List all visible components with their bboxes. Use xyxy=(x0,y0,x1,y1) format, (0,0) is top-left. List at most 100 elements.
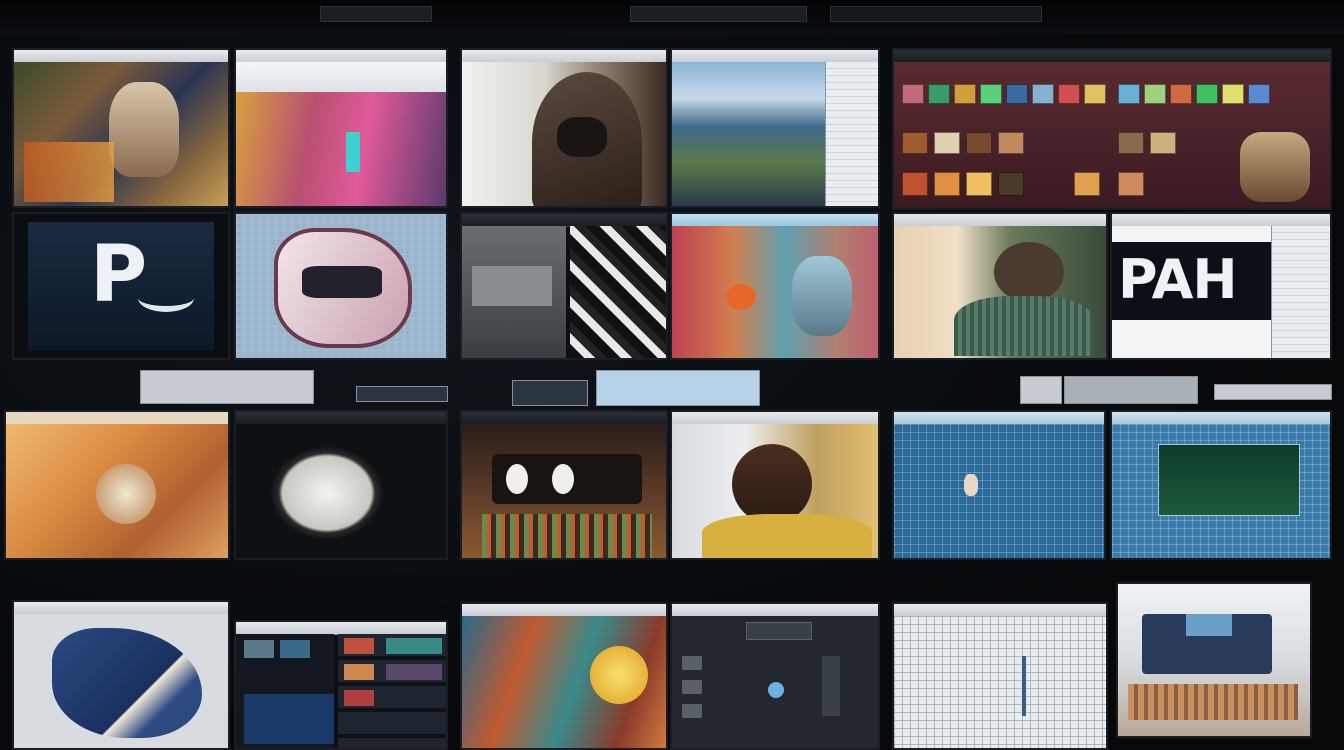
thumbnail[interactable] xyxy=(1118,132,1144,154)
file-thumb[interactable] xyxy=(386,664,442,680)
file-thumb[interactable] xyxy=(386,638,442,654)
artwork-canvas[interactable] xyxy=(236,92,446,206)
machine-port xyxy=(506,464,528,494)
landscape-canvas[interactable] xyxy=(672,62,826,206)
folder-panel[interactable] xyxy=(236,634,334,748)
monitor-interior-render[interactable] xyxy=(1116,582,1312,738)
preview-pane[interactable] xyxy=(462,226,566,358)
properties-panel[interactable] xyxy=(825,62,878,206)
thumbnail[interactable] xyxy=(902,172,928,196)
thumbnail[interactable] xyxy=(934,172,960,196)
monitor-3d-badge[interactable] xyxy=(234,212,448,360)
artwork-canvas[interactable] xyxy=(672,226,878,358)
thumbnail[interactable] xyxy=(928,84,950,104)
thumbnail[interactable] xyxy=(1170,84,1192,104)
model-viewport[interactable] xyxy=(14,614,228,748)
render-viewport[interactable] xyxy=(462,424,666,558)
logo-letter: P xyxy=(90,230,150,320)
monitor-orange-abstract[interactable] xyxy=(4,410,230,560)
monitor-colorful-portrait[interactable] xyxy=(670,212,880,360)
artwork-canvas[interactable] xyxy=(462,62,666,206)
monitor-hair-portrait[interactable] xyxy=(670,410,880,560)
properties-panel[interactable] xyxy=(1271,226,1330,358)
folder-thumb[interactable] xyxy=(244,640,274,658)
thumbnail[interactable] xyxy=(954,84,976,104)
tool-button[interactable] xyxy=(682,704,702,718)
monitor-machine-sculpture[interactable] xyxy=(460,410,668,560)
thumbnail[interactable] xyxy=(966,172,992,196)
monitor-thumbnail-gallery[interactable] xyxy=(892,48,1332,210)
slider-track[interactable] xyxy=(822,656,840,716)
monitor-blueprint-chart[interactable] xyxy=(892,410,1106,560)
wireframe-canvas[interactable] xyxy=(894,616,1106,748)
thumbnail[interactable] xyxy=(1006,84,1028,104)
thumbnail[interactable] xyxy=(1248,84,1270,104)
blueprint-canvas[interactable] xyxy=(894,424,1104,558)
editor-canvas[interactable] xyxy=(236,214,446,358)
file-thumb[interactable] xyxy=(344,690,374,706)
monitor-blueprint-scene[interactable] xyxy=(1110,410,1332,560)
artwork-canvas[interactable] xyxy=(672,424,878,558)
top-bar xyxy=(0,0,1344,34)
monitor-pah-logo[interactable]: PAH xyxy=(1110,212,1332,360)
gallery-grid[interactable] xyxy=(894,62,1330,208)
thumbnail[interactable] xyxy=(902,84,924,104)
monitor-drawing-figure[interactable] xyxy=(892,212,1108,360)
yellow-sphere xyxy=(590,646,648,704)
thumbnail[interactable] xyxy=(1144,84,1166,104)
bw-texture-pane[interactable] xyxy=(570,226,666,358)
artwork-canvas[interactable] xyxy=(462,616,666,748)
file-list[interactable] xyxy=(338,634,446,748)
monitor-wireframe-grid[interactable] xyxy=(892,602,1108,750)
folder-thumb[interactable] xyxy=(280,640,310,658)
floating-toolbar[interactable] xyxy=(1214,384,1332,400)
floating-toolbar[interactable] xyxy=(1020,376,1062,404)
thumbnail[interactable] xyxy=(934,132,960,154)
monitor-logo-pr[interactable]: P xyxy=(12,212,230,360)
monitor-hooded-figure[interactable] xyxy=(460,48,668,208)
tool-button[interactable] xyxy=(682,656,702,670)
thumbnail[interactable] xyxy=(902,132,928,154)
monitor-3d-model[interactable] xyxy=(12,600,230,750)
file-thumb[interactable] xyxy=(344,638,374,654)
thumbnail[interactable] xyxy=(998,172,1024,196)
thumbnail[interactable] xyxy=(1032,84,1054,104)
floating-toolbar[interactable] xyxy=(1064,376,1198,404)
monitor-wall: P PAH xyxy=(0,0,1344,750)
artwork-canvas[interactable] xyxy=(894,226,1106,358)
render-viewport[interactable] xyxy=(1118,584,1310,736)
thumbnail[interactable] xyxy=(1196,84,1218,104)
floating-toolbar[interactable] xyxy=(140,370,314,404)
tool-tab[interactable] xyxy=(746,622,812,640)
document-view[interactable]: PAH xyxy=(1112,226,1272,358)
monitor-grayscale-editor[interactable] xyxy=(460,212,668,360)
monitor-file-browser[interactable] xyxy=(234,620,448,750)
artwork-canvas[interactable] xyxy=(14,62,228,206)
thumbnail[interactable] xyxy=(1118,172,1144,196)
tool-panel[interactable] xyxy=(672,616,878,748)
thumbnail[interactable] xyxy=(1222,84,1244,104)
render-viewport[interactable] xyxy=(236,424,446,558)
artwork-canvas[interactable] xyxy=(6,424,228,558)
blueprint-canvas[interactable] xyxy=(1112,424,1330,558)
color-swatch[interactable] xyxy=(768,682,784,698)
tool-button[interactable] xyxy=(682,680,702,694)
thumbnail[interactable] xyxy=(966,132,992,154)
thumbnail[interactable] xyxy=(1118,84,1140,104)
monitor-landscape-editor[interactable] xyxy=(670,48,880,208)
monitor-painted-texture[interactable] xyxy=(460,602,668,750)
file-thumb[interactable] xyxy=(344,664,374,680)
thumbnail[interactable] xyxy=(1058,84,1080,104)
thumbnail[interactable] xyxy=(998,132,1024,154)
thumbnail[interactable] xyxy=(980,84,1002,104)
monitor-dark-tool-panel[interactable] xyxy=(670,602,880,750)
grey-block xyxy=(472,266,552,306)
thumbnail[interactable] xyxy=(1150,132,1176,154)
monitor-flower-painting[interactable] xyxy=(234,48,448,208)
thumbnail[interactable] xyxy=(1084,84,1106,104)
monitor-portrait-illustration[interactable] xyxy=(12,48,230,208)
floating-toolbar[interactable] xyxy=(596,370,760,406)
thumbnail[interactable] xyxy=(1074,172,1100,196)
monitor-dark-shell[interactable] xyxy=(234,410,448,560)
toolbar[interactable] xyxy=(236,62,446,93)
